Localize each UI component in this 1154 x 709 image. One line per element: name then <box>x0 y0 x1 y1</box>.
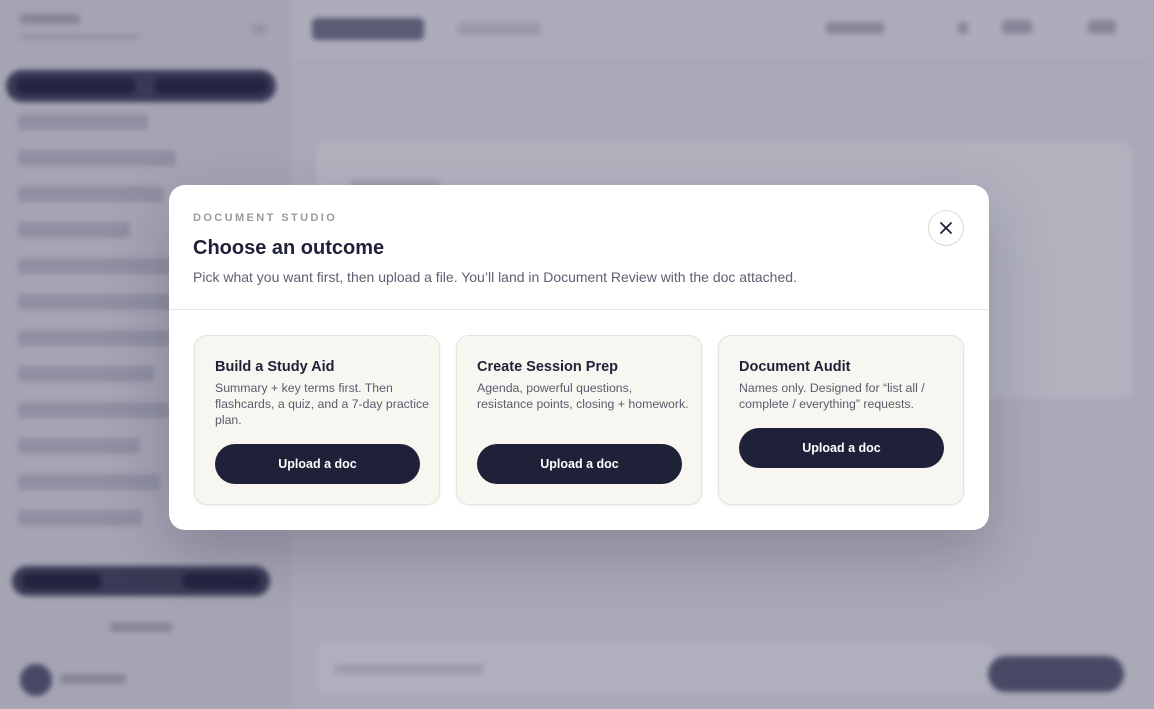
outcome-card-document-audit: Document Audit Names only. Designed for … <box>718 335 964 505</box>
outcome-card-description: Agenda, powerful questions, resistance p… <box>477 381 689 411</box>
outcome-card-description: Names only. Designed for “list all / com… <box>739 381 925 411</box>
outcome-card-description: Summary + key terms first. Then flashcar… <box>215 381 429 427</box>
modal-title: Choose an outcome <box>193 237 385 259</box>
outcome-card-title: Build a Study Aid <box>215 359 335 375</box>
modal-header: DOCUMENT STUDIO Choose an outcome Pick w… <box>169 185 989 310</box>
modal-subtitle: Pick what you want first, then upload a … <box>193 269 797 285</box>
close-icon <box>940 222 952 234</box>
upload-doc-button-session-prep[interactable]: Upload a doc <box>477 444 682 484</box>
outcome-card-session-prep: Create Session Prep Agenda, powerful que… <box>456 335 702 505</box>
modal-eyebrow: DOCUMENT STUDIO <box>193 212 338 224</box>
outcome-card-title: Create Session Prep <box>477 359 619 375</box>
document-studio-modal: DOCUMENT STUDIO Choose an outcome Pick w… <box>169 185 989 530</box>
outcome-card-title: Document Audit <box>739 359 851 375</box>
close-button[interactable] <box>928 210 964 246</box>
upload-doc-button-study-aid[interactable]: Upload a doc <box>215 444 420 484</box>
outcome-card-study-aid: Build a Study Aid Summary + key terms fi… <box>194 335 440 505</box>
upload-doc-button-document-audit[interactable]: Upload a doc <box>739 428 944 468</box>
